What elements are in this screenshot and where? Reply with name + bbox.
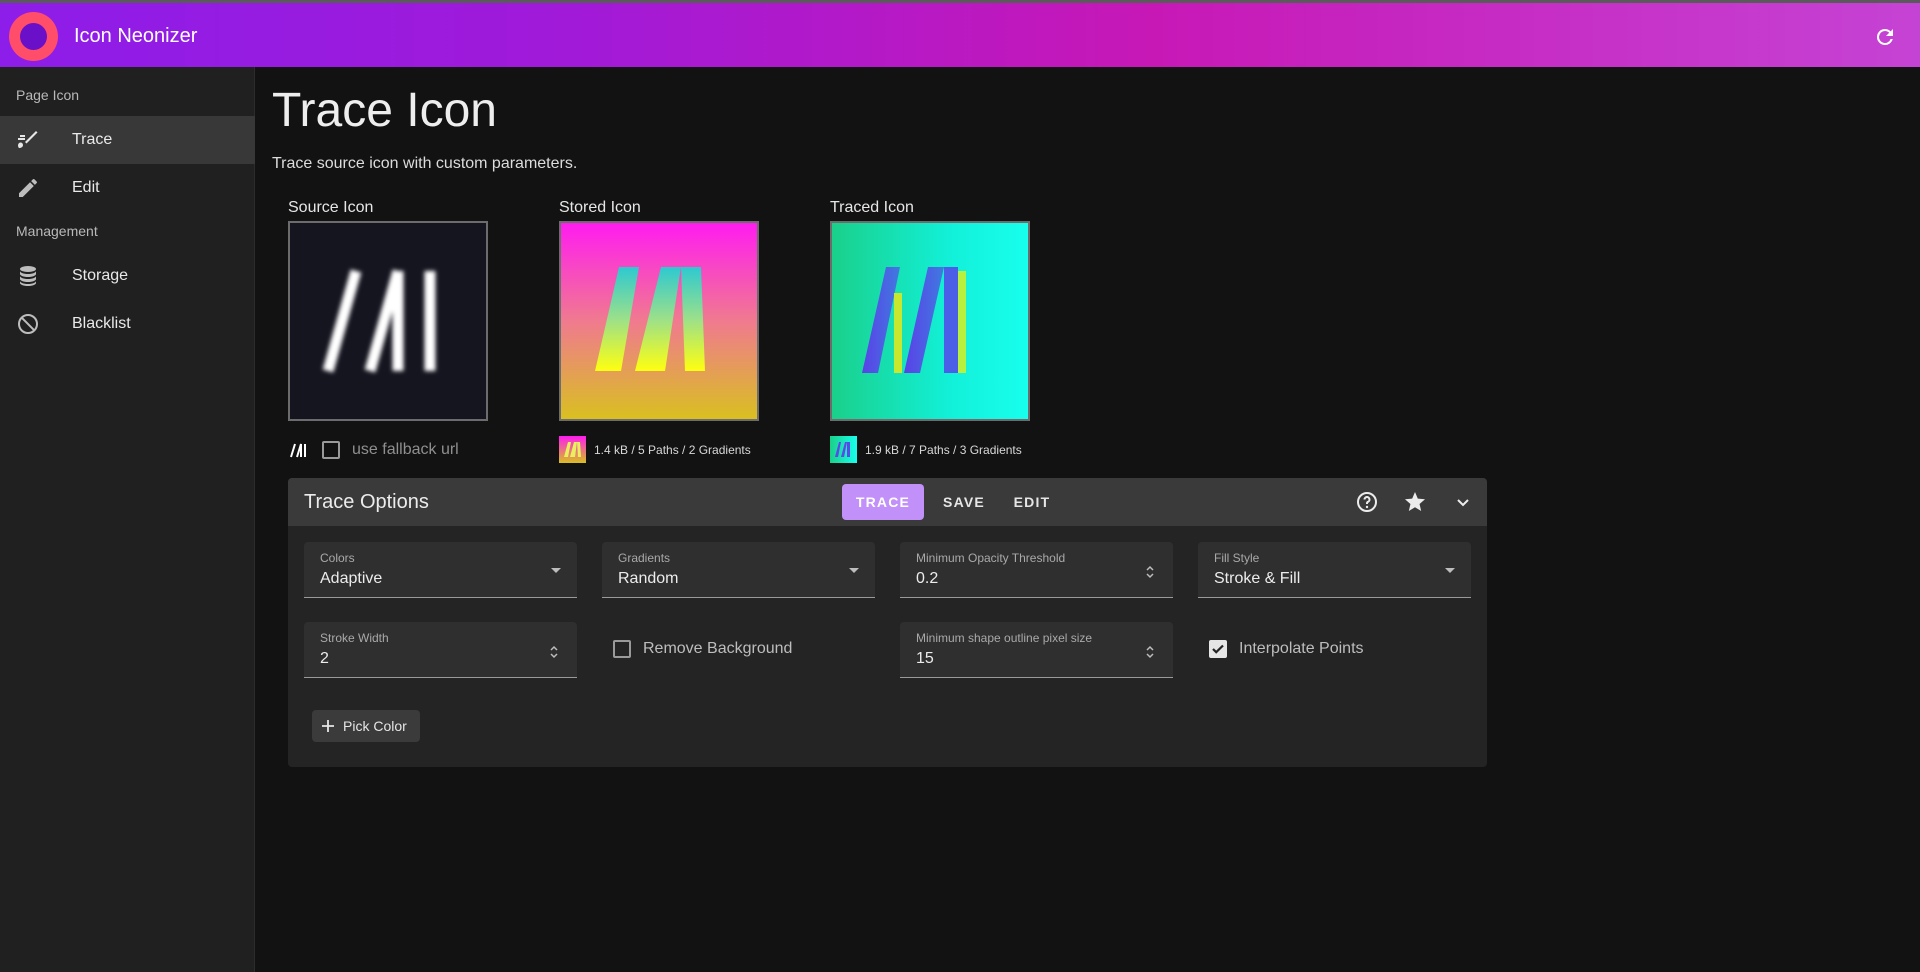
- help-icon[interactable]: [1355, 490, 1379, 514]
- interpolate-points-checkbox[interactable]: [1209, 640, 1227, 658]
- sidebar-item-edit[interactable]: Edit: [0, 164, 255, 212]
- interpolate-points-label: Interpolate Points: [1239, 640, 1364, 657]
- sidebar-item-trace[interactable]: Trace: [0, 116, 255, 164]
- colors-select[interactable]: Colors Adaptive: [304, 542, 577, 598]
- min-outline-size-value: 15: [916, 650, 934, 667]
- spinner-arrows-icon[interactable]: [1145, 645, 1155, 659]
- min-outline-size-label: Minimum shape outline pixel size: [916, 631, 1093, 645]
- source-icon-label: Source Icon: [288, 199, 374, 216]
- app-title: Icon Neonizer: [74, 25, 198, 47]
- brush-icon: [18, 131, 38, 148]
- trace-options-card: Trace Options TRACE SAVE EDIT Colors Ada…: [288, 478, 1487, 767]
- fill-style-label: Fill Style: [1214, 551, 1260, 565]
- trace-button[interactable]: TRACE: [842, 484, 924, 520]
- stored-icon-panel: Stored Icon 1.4 kB / 5 Paths / 2 Gradien…: [559, 199, 779, 463]
- plus-icon: [322, 720, 334, 732]
- min-opacity-input[interactable]: Minimum Opacity Threshold 0.2: [900, 542, 1173, 598]
- source-icon-preview: [288, 221, 488, 421]
- sidebar-item-blacklist[interactable]: Blacklist: [0, 300, 255, 348]
- edit-button[interactable]: EDIT: [1002, 484, 1062, 520]
- sidebar-item-label: Edit: [72, 179, 100, 196]
- stroke-width-label: Stroke Width: [320, 631, 389, 645]
- stored-icon-stats: 1.4 kB / 5 Paths / 2 Gradients: [594, 442, 751, 457]
- stroke-width-input[interactable]: Stroke Width 2: [304, 622, 577, 678]
- sidebar-item-storage[interactable]: Storage: [0, 252, 255, 300]
- sidebar-item-label: Blacklist: [72, 315, 131, 332]
- dropdown-arrow-icon: [849, 568, 859, 573]
- fill-style-value: Stroke & Fill: [1214, 570, 1301, 587]
- main-content: Trace Icon Trace source icon with custom…: [256, 67, 1920, 972]
- sidebar-subheader-page-icon: Page Icon: [16, 87, 80, 103]
- sidebar-subheader-management: Management: [16, 223, 98, 239]
- gradients-label: Gradients: [618, 551, 671, 565]
- traced-icon-preview: [830, 221, 1030, 421]
- source-icon-panel: Source Icon use fallback url: [288, 199, 508, 459]
- page-subtitle: Trace source icon with custom parameters…: [272, 155, 578, 172]
- refresh-icon[interactable]: [1873, 25, 1897, 49]
- traced-thumbnail-icon: [830, 436, 857, 463]
- traced-icon-meta: 1.9 kB / 7 Paths / 3 Gradients: [830, 436, 1022, 463]
- pick-color-label: Pick Color: [343, 718, 407, 734]
- min-outline-size-input[interactable]: Minimum shape outline pixel size 15: [900, 622, 1173, 678]
- page-title: Trace Icon: [272, 84, 497, 137]
- gradients-value: Random: [618, 570, 679, 587]
- app-logo: [9, 12, 58, 61]
- app-bar: Icon Neonizer: [0, 3, 1920, 67]
- stored-icon-label: Stored Icon: [559, 199, 641, 216]
- traced-icon-stats: 1.9 kB / 7 Paths / 3 Gradients: [865, 442, 1022, 457]
- save-button[interactable]: SAVE: [932, 484, 996, 520]
- use-fallback-url-label: use fallback url: [352, 440, 459, 458]
- remove-background-label: Remove Background: [643, 640, 793, 657]
- min-opacity-label: Minimum Opacity Threshold: [916, 551, 1066, 565]
- remove-background-option[interactable]: Remove Background: [613, 640, 792, 658]
- spinner-arrows-icon[interactable]: [549, 645, 559, 659]
- star-icon[interactable]: [1403, 490, 1427, 514]
- pick-color-button[interactable]: Pick Color: [312, 710, 420, 742]
- stored-icon-preview: [559, 221, 759, 421]
- trace-options-toolbar: Trace Options TRACE SAVE EDIT: [288, 478, 1487, 526]
- dropdown-arrow-icon: [551, 568, 561, 573]
- colors-value: Adaptive: [320, 570, 383, 587]
- gradients-select[interactable]: Gradients Random: [602, 542, 875, 598]
- block-icon: [18, 314, 38, 334]
- dropdown-arrow-icon: [1445, 568, 1455, 573]
- sidebar: Page Icon Trace Edit Management Storage …: [0, 67, 255, 972]
- stored-icon-meta: 1.4 kB / 5 Paths / 2 Gradients: [559, 436, 751, 463]
- checkmark-icon: [1212, 644, 1224, 654]
- trace-options-title: Trace Options: [304, 491, 429, 513]
- traced-icon-label: Traced Icon: [830, 199, 914, 216]
- use-fallback-url-checkbox[interactable]: [322, 440, 340, 459]
- spinner-arrows-icon[interactable]: [1145, 565, 1155, 579]
- fill-style-select[interactable]: Fill Style Stroke & Fill: [1198, 542, 1471, 598]
- stored-thumbnail-icon: [559, 436, 586, 463]
- colors-label: Colors: [320, 551, 355, 565]
- stroke-width-value: 2: [320, 650, 329, 667]
- min-opacity-value: 0.2: [916, 570, 939, 587]
- chevron-down-icon[interactable]: [1451, 490, 1475, 514]
- sidebar-item-label: Storage: [72, 267, 129, 284]
- remove-background-checkbox[interactable]: [613, 640, 631, 658]
- traced-icon-panel: Traced Icon 1.9 kB / 7 Paths / 3 Gradien…: [830, 199, 1050, 463]
- source-icon-meta: use fallback url: [288, 436, 459, 463]
- interpolate-points-option[interactable]: Interpolate Points: [1209, 640, 1364, 658]
- pencil-icon: [19, 178, 38, 197]
- database-icon: [20, 266, 36, 286]
- source-thumbnail-icon: [290, 443, 306, 457]
- sidebar-item-label: Trace: [72, 131, 113, 148]
